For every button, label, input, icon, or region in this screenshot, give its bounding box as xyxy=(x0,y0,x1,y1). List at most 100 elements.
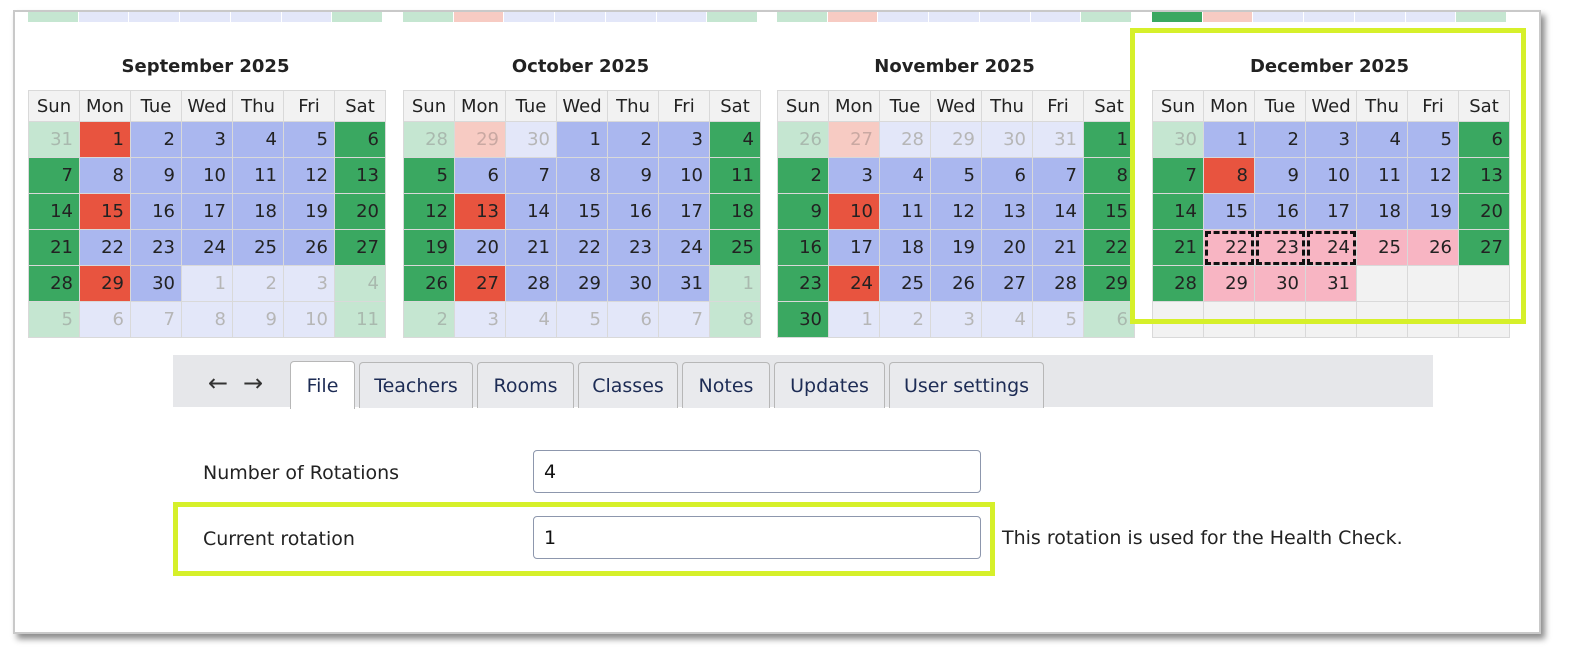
day-cell[interactable]: 1 xyxy=(181,265,233,302)
day-cell[interactable]: 25 xyxy=(709,229,761,266)
day-cell[interactable]: 13 xyxy=(334,157,386,194)
day-cell[interactable]: 27 xyxy=(828,121,880,158)
day-cell[interactable]: 16 xyxy=(607,193,659,230)
tab-teachers[interactable]: Teachers xyxy=(359,362,473,408)
day-cell[interactable]: 17 xyxy=(658,193,710,230)
day-cell[interactable]: 19 xyxy=(930,229,982,266)
day-cell[interactable]: 26 xyxy=(403,265,455,302)
back-arrow-icon[interactable]: ← xyxy=(208,369,228,397)
day-cell[interactable]: 5 xyxy=(28,301,80,338)
day-cell[interactable]: 28 xyxy=(505,265,557,302)
day-cell[interactable]: 2 xyxy=(607,121,659,158)
day-cell[interactable]: 4 xyxy=(981,301,1033,338)
day-cell[interactable]: 1 xyxy=(828,301,880,338)
day-cell[interactable]: 18 xyxy=(709,193,761,230)
day-cell[interactable]: 3 xyxy=(930,301,982,338)
day-cell[interactable]: 13 xyxy=(981,193,1033,230)
day-cell[interactable]: 19 xyxy=(283,193,335,230)
day-cell[interactable]: 7 xyxy=(28,157,80,194)
day-cell[interactable]: 27 xyxy=(454,265,506,302)
day-cell[interactable]: 7 xyxy=(658,301,710,338)
day-cell[interactable]: 5 xyxy=(930,157,982,194)
day-cell[interactable]: 3 xyxy=(454,301,506,338)
day-cell[interactable]: 22 xyxy=(556,229,608,266)
day-cell[interactable]: 11 xyxy=(879,193,931,230)
day-cell[interactable]: 29 xyxy=(556,265,608,302)
day-cell[interactable]: 28 xyxy=(879,121,931,158)
day-cell[interactable]: 20 xyxy=(981,229,1033,266)
day-cell[interactable]: 4 xyxy=(505,301,557,338)
day-cell[interactable]: 9 xyxy=(130,157,182,194)
day-cell[interactable]: 8 xyxy=(181,301,233,338)
tab-updates[interactable]: Updates xyxy=(774,362,885,408)
day-cell[interactable]: 28 xyxy=(403,121,455,158)
day-cell[interactable]: 6 xyxy=(454,157,506,194)
day-cell[interactable]: 7 xyxy=(1032,157,1084,194)
day-cell[interactable]: 2 xyxy=(879,301,931,338)
day-cell[interactable]: 20 xyxy=(454,229,506,266)
day-cell[interactable]: 24 xyxy=(658,229,710,266)
day-cell[interactable]: 25 xyxy=(232,229,284,266)
day-cell[interactable]: 11 xyxy=(709,157,761,194)
day-cell[interactable]: 1 xyxy=(709,265,761,302)
day-cell[interactable]: 4 xyxy=(232,121,284,158)
day-cell[interactable]: 25 xyxy=(879,265,931,302)
day-cell[interactable]: 5 xyxy=(1032,301,1084,338)
day-cell[interactable]: 30 xyxy=(607,265,659,302)
day-cell[interactable]: 3 xyxy=(181,121,233,158)
day-cell[interactable]: 15 xyxy=(1083,193,1135,230)
tab-user-settings[interactable]: User settings xyxy=(889,362,1044,408)
day-cell[interactable]: 18 xyxy=(879,229,931,266)
tab-rooms[interactable]: Rooms xyxy=(477,362,574,408)
day-cell[interactable]: 21 xyxy=(505,229,557,266)
day-cell[interactable]: 8 xyxy=(1083,157,1135,194)
day-cell[interactable]: 1 xyxy=(556,121,608,158)
tab-file[interactable]: File xyxy=(290,361,355,409)
day-cell[interactable]: 6 xyxy=(79,301,131,338)
day-cell[interactable]: 19 xyxy=(403,229,455,266)
day-cell[interactable]: 28 xyxy=(28,265,80,302)
day-cell[interactable]: 20 xyxy=(334,193,386,230)
day-cell[interactable]: 2 xyxy=(403,301,455,338)
day-cell[interactable]: 26 xyxy=(777,121,829,158)
day-cell[interactable]: 3 xyxy=(828,157,880,194)
day-cell[interactable]: 12 xyxy=(403,193,455,230)
day-cell[interactable]: 15 xyxy=(79,193,131,230)
forward-arrow-icon[interactable]: → xyxy=(243,369,263,397)
day-cell[interactable]: 17 xyxy=(181,193,233,230)
day-cell[interactable]: 7 xyxy=(505,157,557,194)
day-cell[interactable]: 3 xyxy=(658,121,710,158)
day-cell[interactable]: 1 xyxy=(1083,121,1135,158)
day-cell[interactable]: 26 xyxy=(930,265,982,302)
day-cell[interactable]: 27 xyxy=(334,229,386,266)
day-cell[interactable]: 30 xyxy=(505,121,557,158)
day-cell[interactable]: 4 xyxy=(709,121,761,158)
day-cell[interactable]: 29 xyxy=(930,121,982,158)
day-cell[interactable]: 30 xyxy=(777,301,829,338)
day-cell[interactable]: 24 xyxy=(181,229,233,266)
day-cell[interactable]: 22 xyxy=(1083,229,1135,266)
day-cell[interactable]: 5 xyxy=(403,157,455,194)
day-cell[interactable]: 26 xyxy=(283,229,335,266)
day-cell[interactable]: 12 xyxy=(930,193,982,230)
tab-notes[interactable]: Notes xyxy=(682,362,770,408)
day-cell[interactable]: 30 xyxy=(130,265,182,302)
day-cell[interactable]: 15 xyxy=(556,193,608,230)
day-cell[interactable]: 28 xyxy=(1032,265,1084,302)
day-cell[interactable]: 6 xyxy=(607,301,659,338)
day-cell[interactable]: 6 xyxy=(334,121,386,158)
day-cell[interactable]: 14 xyxy=(28,193,80,230)
day-cell[interactable]: 4 xyxy=(334,265,386,302)
day-cell[interactable]: 2 xyxy=(232,265,284,302)
day-cell[interactable]: 29 xyxy=(79,265,131,302)
day-cell[interactable]: 23 xyxy=(777,265,829,302)
day-cell[interactable]: 24 xyxy=(828,265,880,302)
day-cell[interactable]: 21 xyxy=(1032,229,1084,266)
day-cell[interactable]: 10 xyxy=(828,193,880,230)
day-cell[interactable]: 27 xyxy=(981,265,1033,302)
day-cell[interactable]: 10 xyxy=(658,157,710,194)
day-cell[interactable]: 16 xyxy=(777,229,829,266)
day-cell[interactable]: 11 xyxy=(334,301,386,338)
day-cell[interactable]: 8 xyxy=(79,157,131,194)
day-cell[interactable]: 5 xyxy=(283,121,335,158)
